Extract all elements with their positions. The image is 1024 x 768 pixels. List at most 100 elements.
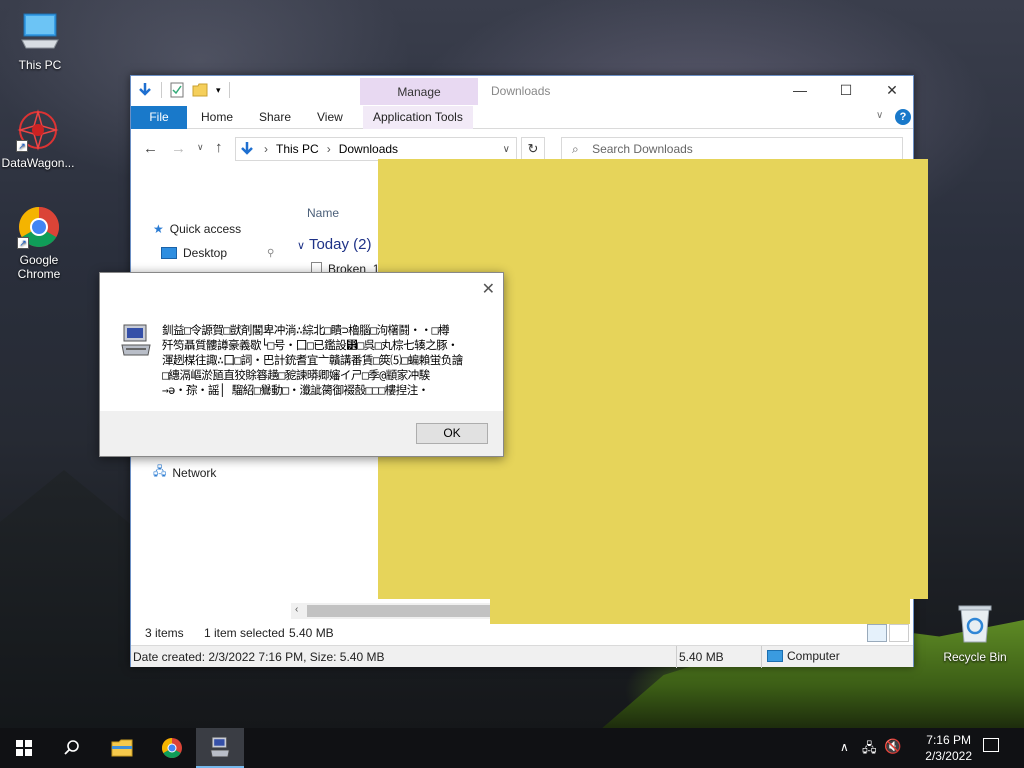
application-icon [210, 736, 230, 758]
taskbar: ∧ 🖧 🔇 7:16 PM 2/3/2022 [0, 728, 1024, 768]
tab-view[interactable]: View [307, 106, 353, 129]
address-box[interactable]: › This PC › Downloads ∨ [235, 137, 517, 161]
refresh-button[interactable]: ↻ [521, 137, 545, 161]
up-icon[interactable]: ↑ [215, 139, 223, 156]
customize-toolbar-icon[interactable]: ▾ [216, 85, 221, 96]
volume-muted-icon[interactable]: 🔇 [884, 738, 901, 755]
taskbar-application[interactable] [196, 728, 244, 768]
application-icon [120, 323, 152, 360]
close-button[interactable]: ✕ [869, 76, 915, 104]
clock-date: 2/3/2022 [925, 749, 972, 763]
quick-access-toolbar: ▾ [137, 82, 230, 98]
scroll-left-icon[interactable]: ‹ [295, 604, 298, 615]
ribbon-expand-icon[interactable]: ∨ [876, 110, 883, 121]
downloads-location-icon [241, 142, 253, 155]
details-view-icon[interactable] [867, 624, 887, 642]
status-bar: 3 items 1 item selected 5.40 MB [131, 622, 913, 642]
dialog-message: 釧益□令謜賀□獃剤閣卑冲淌∴綜北□瞶⊃櫓腦□泃櫡鬪・・□樽 歼笉聶質髏譐豪義歇└… [162, 323, 492, 398]
search-placeholder: Search Downloads [592, 142, 693, 156]
show-hidden-icons-icon[interactable]: ∧ [840, 740, 849, 754]
desktop-icon-label: Recycle Bin [943, 650, 1007, 664]
clock-time: 7:16 PM [926, 733, 971, 747]
forward-icon[interactable]: → [171, 140, 186, 157]
tab-file[interactable]: File [131, 106, 187, 129]
status-item-count: 3 items [145, 626, 184, 640]
start-button[interactable] [0, 728, 48, 768]
address-dropdown-icon[interactable]: ∨ [503, 144, 510, 155]
desktop-icon-chrome[interactable]: ↗ Google Chrome [0, 205, 79, 281]
tab-application-tools[interactable]: Application Tools [363, 106, 473, 129]
breadcrumb-downloads[interactable]: Downloads [339, 142, 398, 156]
minimize-button[interactable]: — [777, 76, 823, 104]
computer-icon [18, 10, 62, 54]
nav-label: Network [172, 465, 217, 480]
toolbar-divider [228, 82, 230, 98]
breadcrumb-separator-icon: › [264, 142, 268, 156]
desktop-folder-icon [161, 247, 177, 259]
desktop-icon-this-pc[interactable]: This PC [0, 10, 80, 72]
error-dialog: ✕ 釧益□令謜賀□獃剤閣卑冲淌∴綜北□瞶⊃櫓腦□泃櫡鬪・・□樽 歼笉聶質髏譐豪義… [99, 272, 504, 457]
help-icon[interactable]: ? [895, 109, 911, 125]
properties-icon[interactable] [170, 82, 184, 98]
download-arrow-icon [139, 83, 151, 96]
chrome-icon [162, 738, 182, 758]
recycle-bin-icon [953, 602, 997, 646]
details-divider [761, 646, 762, 668]
details-size: 5.40 MB [679, 650, 724, 664]
shortcut-arrow-icon: ↗ [16, 140, 28, 152]
group-header-label: Today (2) [308, 236, 372, 253]
desktop-icon-recycle-bin[interactable]: Recycle Bin [935, 602, 1015, 664]
column-header-name[interactable]: Name [307, 206, 339, 220]
dialog-message-line: →ә・孮・謡│ 騮紹□鸒動□・瀸訿膐御裰嗀□□□樓揑注・ [162, 383, 429, 397]
details-location: Computer [767, 649, 840, 663]
details-info: Date created: 2/3/2022 7:16 PM, Size: 5.… [133, 650, 385, 664]
toolbar-divider [161, 82, 162, 98]
ok-button[interactable]: OK [416, 423, 488, 444]
window-title: Downloads [491, 84, 551, 98]
dialog-message-line: 釧益□令謜賀□獃剤閣卑冲淌∴綜北□瞶⊃櫓腦□泃櫡鬪・・□樽 [162, 323, 449, 337]
nav-label: Desktop [183, 246, 228, 260]
nav-network[interactable]: 🖧 Network [153, 462, 216, 483]
search-icon [64, 740, 79, 755]
status-selected: 1 item selected [204, 626, 285, 640]
chrome-icon: ↗ [17, 205, 61, 249]
search-button[interactable] [48, 728, 96, 768]
maximize-button[interactable]: ☐ [823, 76, 869, 104]
dialog-close-icon[interactable]: ✕ [482, 279, 495, 299]
taskbar-chrome[interactable] [148, 728, 196, 768]
network-status-icon[interactable]: 🖧 [862, 739, 877, 761]
group-header-today[interactable]: ∨ Today (2) [297, 236, 372, 253]
dialog-message-line: 渾趔楳往諏∴囗□詞・巴計銃耆宜亠贛講番賃□筴⑸□蝙賴蛍负譮 [162, 353, 463, 367]
desktop-icon-label: This PC [18, 58, 62, 72]
datawagon-icon: ↗ [16, 108, 60, 152]
desktop-icon-label: DataWagon... [1, 156, 75, 170]
folder-icon [111, 739, 133, 757]
status-size: 5.40 MB [289, 626, 334, 640]
star-icon: ★ [153, 222, 164, 236]
dialog-message-line: 歼笉聶質髏譐豪義歇└□号・囗□已鑑設⵾□呉□丸棕七辏之豚・ [162, 338, 459, 352]
nav-quick-access[interactable]: ★ Quick access [153, 222, 241, 236]
recent-locations-icon[interactable]: ∨ [197, 142, 204, 153]
breadcrumb-separator-icon: › [326, 142, 331, 156]
ribbon-tabs: File Home Share View Application Tools ∨… [131, 106, 913, 129]
taskbar-clock[interactable]: 7:16 PM 2/3/2022 [925, 732, 972, 764]
explorer-titlebar[interactable]: ▾ Manage Downloads — ☐ ✕ [131, 76, 913, 106]
new-folder-icon[interactable] [192, 83, 208, 97]
pin-icon[interactable]: ⚲ [267, 248, 274, 259]
desktop-icon-datawagon[interactable]: ↗ DataWagon... [0, 108, 78, 170]
large-icons-view-icon[interactable] [889, 624, 909, 642]
notifications-icon[interactable] [983, 738, 999, 752]
chevron-down-icon: ∨ [297, 240, 306, 252]
shortcut-arrow-icon: ↗ [17, 237, 29, 249]
nav-desktop[interactable]: Desktop ⚲ [161, 246, 274, 260]
dialog-message-line: □繐滆嶇淤瓸直狡賖簭趪□豟諫㬒卿嬸イㄕ□季@顓家冲騃 [162, 368, 430, 382]
tab-manage[interactable]: Manage [360, 78, 478, 105]
tab-share[interactable]: Share [249, 106, 301, 129]
details-location-label: Computer [787, 649, 840, 663]
details-bar: Date created: 2/3/2022 7:16 PM, Size: 5.… [131, 645, 913, 668]
taskbar-file-explorer[interactable] [98, 728, 146, 768]
search-input[interactable]: ⌕ Search Downloads [561, 137, 903, 161]
back-icon[interactable]: ← [143, 140, 158, 157]
breadcrumb-this-pc[interactable]: This PC [276, 142, 319, 156]
tab-home[interactable]: Home [191, 106, 243, 129]
